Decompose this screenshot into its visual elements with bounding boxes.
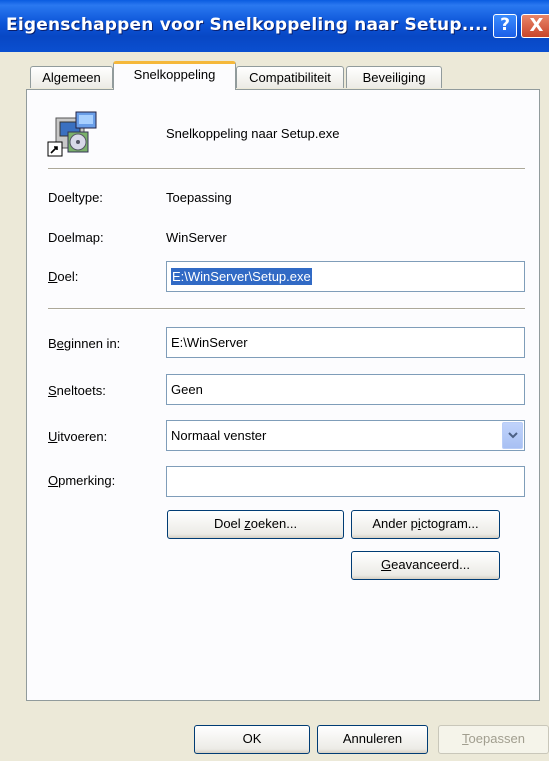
doel-label-text: oel:	[57, 269, 79, 284]
opmerking-mnemonic: O	[48, 473, 59, 488]
sneltoets-label: Sneltoets:	[48, 383, 106, 398]
title-bar[interactable]: Eigenschappen voor Snelkoppeling naar Se…	[0, 0, 549, 52]
doel-value: E:\WinServer\Setup.exe	[171, 268, 312, 285]
uitvoeren-value: Normaal venster	[171, 428, 267, 443]
annuleren-button[interactable]: Annuleren	[317, 725, 428, 754]
sneltoets-label-text: neltoets:	[56, 383, 106, 398]
geavanceerd-button[interactable]: Geavanceerd...	[351, 551, 500, 580]
close-button[interactable]: X	[521, 14, 549, 38]
opmerking-label-text: pmerking:	[58, 473, 116, 488]
properties-dialog: Eigenschappen voor Snelkoppeling naar Se…	[0, 0, 549, 761]
tab-compatibiliteit[interactable]: Compatibiliteit	[236, 66, 344, 88]
uitvoeren-label: Uitvoeren:	[48, 429, 107, 444]
uitvoeren-label-text: itvoeren:	[57, 429, 108, 444]
help-button[interactable]: ?	[493, 14, 517, 38]
sneltoets-value: Geen	[171, 382, 203, 397]
beginnen-prefix: B	[48, 336, 57, 351]
sneltoets-input[interactable]: Geen	[166, 374, 525, 405]
beginnen-in-input[interactable]: E:\WinServer	[166, 327, 525, 358]
doelmap-label: Doelmap:	[48, 230, 104, 245]
chevron-down-icon	[507, 432, 518, 439]
beginnen-in-value: E:\WinServer	[171, 335, 248, 350]
sneltoets-mnemonic: S	[48, 383, 57, 398]
doel-mnemonic: D	[48, 269, 58, 284]
ander-pictogram-button[interactable]: Ander pictogram...	[351, 510, 500, 539]
tab-snelkoppeling[interactable]: Snelkoppeling	[113, 61, 236, 90]
window-title: Eigenschappen voor Snelkoppeling naar Se…	[6, 15, 489, 35]
opmerking-input[interactable]	[166, 466, 525, 497]
beginnen-label: Beginnen in:	[48, 336, 120, 351]
tab-beveiliging[interactable]: Beveiliging	[346, 66, 442, 88]
doel-zoeken-prefix: Doel	[213, 516, 245, 531]
doeltype-value: Toepassing	[166, 190, 232, 205]
ok-button[interactable]: OK	[194, 725, 310, 754]
toepassen-button[interactable]: Toepassen	[438, 725, 549, 754]
beginnen-mnemonic: e	[56, 336, 64, 351]
doeltype-label: Doeltype:	[48, 190, 103, 205]
setup-shortcut-icon	[47, 111, 97, 157]
geavanceerd-text: eavanceerd...	[391, 557, 470, 572]
toepassen-text: oepassen	[468, 731, 525, 746]
separator	[48, 308, 525, 310]
uitvoeren-mnemonic: U	[48, 429, 58, 444]
doel-label: Doel:	[48, 269, 78, 284]
doel-zoeken-button[interactable]: Doel zoeken...	[167, 510, 344, 539]
separator	[48, 168, 525, 170]
dropdown-button[interactable]	[502, 422, 523, 449]
doel-input[interactable]: E:\WinServer\Setup.exe	[166, 261, 525, 292]
doel-zoeken-text: oeken...	[250, 516, 298, 531]
geavanceerd-mnemonic: G	[381, 557, 392, 572]
ander-prefix: Ander p	[372, 516, 418, 531]
ander-text: ctogram...	[420, 516, 479, 531]
opmerking-label: Opmerking:	[48, 473, 115, 488]
shortcut-name: Snelkoppeling naar Setup.exe	[166, 126, 340, 141]
tab-algemeen[interactable]: Algemeen	[30, 66, 113, 88]
beginnen-label-text: ginnen in:	[63, 336, 121, 351]
uitvoeren-select[interactable]: Normaal venster	[166, 420, 525, 451]
doelmap-value: WinServer	[166, 230, 227, 245]
